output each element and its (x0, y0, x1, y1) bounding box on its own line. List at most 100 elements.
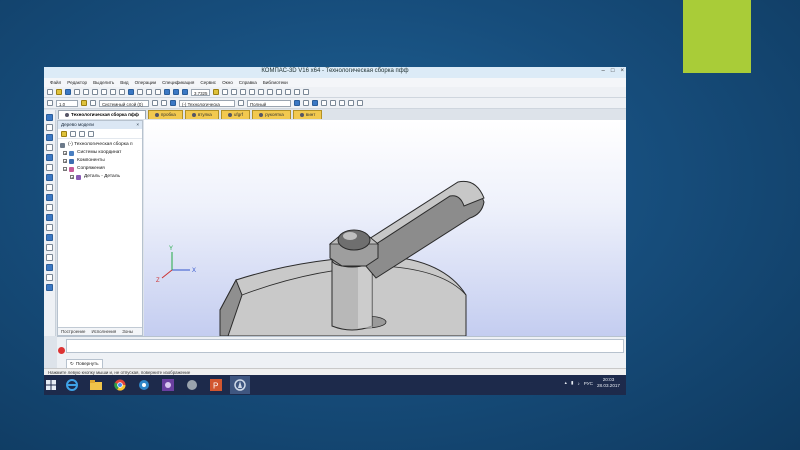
fx-icon[interactable] (137, 89, 143, 95)
sketch-icon[interactable] (46, 124, 53, 131)
measure-icon[interactable] (339, 100, 345, 106)
curves-icon[interactable] (46, 254, 53, 261)
expand-toggle[interactable]: + (63, 159, 67, 164)
move-icon[interactable] (321, 100, 327, 106)
mates-icon[interactable] (46, 224, 53, 231)
view-box-icon[interactable] (231, 89, 238, 95)
redo-icon[interactable] (119, 89, 125, 95)
menu-file[interactable]: Файл (50, 80, 61, 85)
tree-item-root[interactable]: (-) Технологическая сборка п (58, 141, 142, 149)
menu-operations[interactable]: Операции (135, 80, 157, 85)
elements-icon[interactable] (46, 214, 53, 221)
open-file-icon[interactable] (56, 89, 62, 95)
tree-sort-icon[interactable] (70, 130, 76, 137)
tree-item-mates[interactable]: − Сопряжения (58, 165, 142, 173)
zoom-out-icon[interactable] (182, 89, 188, 95)
measure-tools-icon[interactable] (46, 174, 53, 181)
3d-viewport[interactable]: X Y Z (144, 120, 626, 336)
cut-icon[interactable] (83, 89, 89, 95)
perspective-icon[interactable] (267, 89, 274, 95)
editing-tools-icon[interactable] (46, 114, 53, 121)
expand-toggle[interactable]: + (63, 151, 67, 156)
zoom-in-icon[interactable] (173, 89, 179, 95)
tree-mode-icon[interactable] (61, 130, 67, 137)
tab-probka[interactable]: пробка (147, 110, 183, 119)
specification-icon[interactable] (46, 194, 53, 201)
array-icon[interactable] (46, 144, 53, 151)
tools-icon[interactable] (330, 100, 336, 106)
section-icon[interactable] (276, 89, 283, 95)
expand-toggle[interactable]: + (70, 175, 74, 180)
style-select[interactable]: Полный (247, 99, 291, 107)
tab-versions[interactable]: Исполнения (91, 329, 116, 334)
layer-icon[interactable] (90, 100, 96, 106)
edit-component-icon[interactable] (303, 100, 309, 106)
undo-icon[interactable] (110, 89, 116, 95)
reports-icon[interactable] (46, 204, 53, 211)
taskbar-internet-explorer[interactable] (62, 376, 82, 394)
surface-icon[interactable] (46, 134, 53, 141)
filter-icon[interactable] (285, 89, 292, 95)
step-field[interactable]: 1.0 (56, 99, 78, 107)
assembly-icon[interactable] (170, 100, 176, 106)
control-icon[interactable] (46, 284, 53, 291)
tree-item-mate-detail[interactable]: + Деталь - Деталь (58, 173, 142, 181)
menu-service[interactable]: Сервис (200, 80, 216, 85)
copy-icon[interactable] (92, 89, 98, 95)
hidden-lines-icon[interactable] (258, 89, 265, 95)
grid-icon[interactable] (303, 89, 310, 95)
tab-vint[interactable]: винт (292, 110, 323, 119)
taskbar-powerpoint[interactable]: P (206, 376, 226, 394)
components-tools-icon[interactable] (46, 234, 53, 241)
rotate-icon[interactable] (213, 89, 220, 95)
zoom-icon[interactable] (164, 89, 170, 95)
tab-build[interactable]: Построение (61, 329, 85, 334)
network-icon[interactable]: ▮ (571, 380, 574, 386)
assembly-select[interactable]: (-) Технологическа (179, 99, 235, 107)
library-icon[interactable] (348, 100, 354, 106)
dimensions-icon[interactable] (46, 164, 53, 171)
snap-icon[interactable] (294, 89, 301, 95)
menu-editor[interactable]: Редактор (67, 80, 87, 85)
tab-ufgrf[interactable]: ufgrf (220, 110, 251, 119)
style-icon[interactable] (238, 100, 244, 106)
tab-rukoyatka[interactable]: рукоятка (252, 110, 291, 119)
panel-close-icon[interactable]: × (136, 121, 139, 129)
sheet-metal-icon[interactable] (46, 244, 53, 251)
manager-icon[interactable] (146, 89, 152, 95)
layer-manage-icon[interactable] (152, 100, 158, 106)
tree-filter-icon[interactable] (79, 130, 85, 137)
paste-icon[interactable] (101, 89, 107, 95)
tree-item-components[interactable]: + Компоненты (58, 157, 142, 165)
taskbar-chrome[interactable] (110, 376, 130, 394)
tab-zones[interactable]: Зоны (122, 329, 133, 334)
symbols-icon[interactable] (46, 274, 53, 281)
layer-select[interactable]: Системный слой (0) (99, 99, 149, 107)
language-indicator[interactable]: РУС (584, 381, 593, 386)
save-icon[interactable] (65, 89, 71, 95)
ortho-icon[interactable] (47, 100, 53, 106)
menu-libraries[interactable]: Библиотеки (263, 80, 288, 85)
taskbar-app-purple[interactable] (158, 376, 178, 394)
taskbar-file-explorer[interactable] (86, 376, 106, 394)
filter-tools-icon[interactable] (46, 184, 53, 191)
layer-visibility-icon[interactable] (161, 100, 167, 106)
tray-arrow-icon[interactable]: ▴ (565, 380, 567, 386)
tab-vtulka[interactable]: втулка (184, 110, 219, 119)
tree-item-coordinate-systems[interactable]: + Системы координат (58, 149, 142, 157)
help-pointer-icon[interactable] (155, 89, 161, 95)
menu-view[interactable]: Вид (120, 80, 128, 85)
variables-icon[interactable] (128, 89, 134, 95)
tab-assembly[interactable]: Технологическая сборка пфф (58, 110, 146, 119)
print-icon[interactable] (74, 89, 80, 95)
new-file-icon[interactable] (47, 89, 53, 95)
insert-icon[interactable] (312, 100, 318, 106)
taskbar-app-blue[interactable] (134, 376, 154, 394)
clock[interactable]: 20:03 28.03.2017 (597, 377, 620, 389)
menu-window[interactable]: Окно (222, 80, 233, 85)
orientation-icon[interactable] (222, 89, 229, 95)
auxiliary-geometry-icon[interactable] (46, 154, 53, 161)
taskbar-app-gray[interactable] (182, 376, 202, 394)
wireframe-icon[interactable] (249, 89, 256, 95)
component-icon[interactable] (294, 100, 300, 106)
